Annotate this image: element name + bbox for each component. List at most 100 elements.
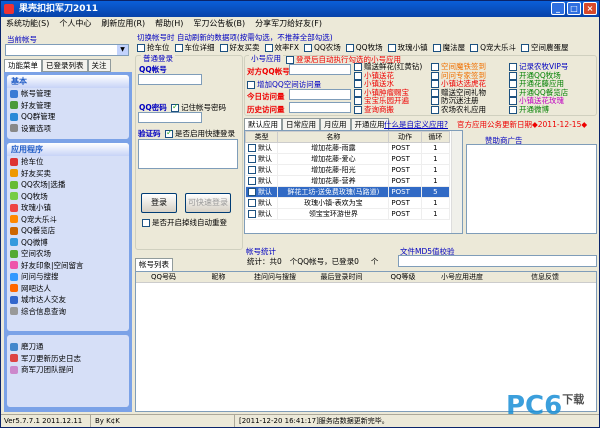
- tab-function-menu[interactable]: 功能菜单: [4, 59, 42, 72]
- menu-refresh[interactable]: 刷新应用(R): [96, 17, 150, 31]
- row-checkbox[interactable]: [248, 199, 256, 207]
- opt-farm-gift[interactable]: 农场农礼应用: [431, 105, 486, 115]
- status-version: Ver5.7.7.1 2011.12.11: [1, 415, 91, 427]
- weibo-icon: [10, 238, 18, 247]
- check-efficiency[interactable]: 效率FX: [264, 42, 299, 53]
- sidebar-item-sharpen[interactable]: 磨刀通: [7, 341, 129, 353]
- sidebar-item-friends[interactable]: 好友管理: [7, 100, 129, 112]
- col-nickname[interactable]: 昵称: [191, 272, 246, 282]
- chevron-down-icon[interactable]: ▼: [117, 45, 128, 55]
- custom-app-link[interactable]: 什么是自定义应用?: [384, 119, 448, 130]
- quick-login-button[interactable]: 可快速登录: [185, 193, 231, 213]
- row-checkbox[interactable]: [248, 188, 256, 196]
- col-wenwen[interactable]: 挂问问与搜搜: [246, 272, 304, 282]
- friends-icon: [10, 101, 18, 110]
- close-button[interactable]: ×: [583, 2, 597, 15]
- sidebar-item-ranch[interactable]: QQ牧场: [7, 191, 129, 203]
- app-table-scrollbar[interactable]: [451, 131, 462, 233]
- table-row[interactable]: 默认 玫瑰小镇-表欢为宝 POST 1: [245, 197, 451, 209]
- check-pet[interactable]: Q宠大乐斗: [470, 42, 516, 53]
- table-cell: POST: [391, 177, 410, 185]
- sidebar-item-city[interactable]: 城市达人交友: [7, 294, 129, 306]
- table-cell: POST: [391, 188, 410, 196]
- row-checkbox[interactable]: [248, 166, 256, 174]
- menu-help[interactable]: 帮助(H): [150, 17, 188, 31]
- sidebar-item-farm[interactable]: QQ农场|选播: [7, 179, 129, 191]
- row-checkbox[interactable]: [248, 155, 256, 163]
- col-qq-level[interactable]: QQ等级: [379, 272, 427, 282]
- sidebar-item-space-farm[interactable]: 空间农场: [7, 248, 129, 260]
- sidebar-item-wenwen[interactable]: 问问与搜搜: [7, 271, 129, 283]
- tab-logged-list[interactable]: 已登录列表: [42, 59, 88, 72]
- quick-login-checkbox[interactable]: 是否启用快捷登录: [165, 128, 235, 139]
- menu-personal[interactable]: 个人中心: [54, 17, 96, 31]
- check-space-egg[interactable]: 空间農蛋屋: [520, 42, 568, 53]
- check-parking-detail[interactable]: 车位详细: [174, 42, 215, 53]
- sidebar-item-groups[interactable]: QQ群管理: [7, 111, 129, 123]
- sidebar-item-friend-trade[interactable]: 好友买卖: [7, 168, 129, 180]
- sidebar-item-weibo[interactable]: QQ微博: [7, 237, 129, 249]
- check-parking[interactable]: 抢车位: [137, 42, 170, 53]
- login-group-title: 普通登录: [141, 53, 175, 64]
- sidebar-item-info-query[interactable]: 综合信息查询: [7, 306, 129, 318]
- col-name[interactable]: 名称: [277, 131, 390, 143]
- table-row[interactable]: 默认 增加花藤-爱心 POST 1: [245, 153, 451, 165]
- col-feedback[interactable]: 信息反馈: [497, 272, 593, 282]
- basic-section: 基本 帐号管理 好友管理 QQ群管理 设置选项: [7, 75, 129, 139]
- history-visits-input[interactable]: [289, 102, 351, 113]
- sidebar-item-accounts[interactable]: 帐号管理: [7, 88, 129, 100]
- sidebar-item-rose-town[interactable]: 玫瑰小镇: [7, 202, 129, 214]
- sidebar-item-ask-team[interactable]: 商军刀团队提问: [7, 364, 129, 376]
- sidebar-item-restaurant[interactable]: QQ餐览店: [7, 225, 129, 237]
- table-row[interactable]: 默认 增加花藤-阳光 POST 1: [245, 164, 451, 176]
- col-action[interactable]: 动作: [388, 131, 422, 143]
- check-friend-trade[interactable]: 好友买卖: [219, 42, 260, 53]
- tab-account-list[interactable]: 帐号列表: [135, 258, 173, 271]
- current-account-select[interactable]: ▼: [5, 44, 129, 56]
- remember-checkbox[interactable]: 记住帐号密码: [171, 102, 226, 113]
- sidebar-item-settings[interactable]: 设置选项: [7, 123, 129, 135]
- col-type[interactable]: 类型: [245, 131, 279, 143]
- login-button[interactable]: 登录: [141, 193, 177, 213]
- table-row[interactable]: 默认 领宝宝环游世界 POST 1: [245, 208, 451, 220]
- opt-query[interactable]: 查询商搬: [354, 105, 422, 115]
- table-row[interactable]: 默认 增加花藤-营养 POST 1: [245, 175, 451, 187]
- row-checkbox[interactable]: [248, 144, 256, 152]
- menu-share[interactable]: 分享军刀给好友(F): [250, 17, 327, 31]
- password-input[interactable]: [138, 112, 202, 123]
- ranch-icon: [10, 192, 18, 201]
- opt-open-weibo[interactable]: 开通微博: [509, 105, 568, 115]
- menu-bulletin[interactable]: 军刀公告板(B): [188, 17, 250, 31]
- sidebar-item-parking[interactable]: 抢车位: [7, 156, 129, 168]
- check-rose-town[interactable]: 玫瑰小镇: [387, 42, 428, 53]
- options-col1: 赠送鲜花(红黄钻) 小镇送花 小镇送水 小镇肿瘤赐宝 宝宝乐园开遍 查询商搬: [354, 62, 422, 115]
- sidebar-item-pet[interactable]: Q宠大乐斗: [7, 214, 129, 226]
- minimize-button[interactable]: _: [551, 2, 565, 15]
- check-farm[interactable]: QQ农场: [303, 42, 341, 53]
- col-loop[interactable]: 循环: [420, 131, 451, 143]
- check-magic-house[interactable]: 魔法屋: [432, 42, 465, 53]
- table-row[interactable]: 默认 增加花藤-雨露 POST 1: [245, 142, 451, 154]
- check-ranch[interactable]: QQ牧场: [345, 42, 383, 53]
- row-checkbox[interactable]: [248, 210, 256, 218]
- sidebar-item-impression[interactable]: 好友印象|空间留言: [7, 260, 129, 272]
- today-visits-input[interactable]: [289, 89, 351, 100]
- farm-icon: [10, 180, 18, 189]
- sidebar-item-netbar[interactable]: 网吧达人: [7, 283, 129, 295]
- table-row[interactable]: 默认 鲜花工坊-送免费玫瑰(马路道) POST 5: [245, 186, 451, 198]
- notice-link[interactable]: 官方应用公务更新日期◆2011-12-15◆: [457, 119, 587, 130]
- col-qq[interactable]: QQ号码: [136, 272, 191, 282]
- maximize-button[interactable]: □: [567, 2, 581, 15]
- col-progress[interactable]: 小号应用进度: [427, 272, 497, 282]
- md5-input[interactable]: [398, 255, 597, 267]
- account-input[interactable]: [138, 74, 202, 85]
- sidebar-item-update-log[interactable]: 军刀更新历史日志: [7, 353, 129, 365]
- row-checkbox[interactable]: [248, 177, 256, 185]
- menu-system[interactable]: 系统功能(S): [1, 17, 54, 31]
- netbar-icon: [10, 284, 18, 293]
- tab-follow[interactable]: 关注: [87, 59, 111, 72]
- target-account-input[interactable]: [289, 64, 351, 75]
- col-last-login[interactable]: 最后登录时间: [304, 272, 379, 282]
- rose-icon: [10, 203, 18, 212]
- auto-relogin-checkbox[interactable]: 是否开启掉线自动重登: [142, 217, 227, 228]
